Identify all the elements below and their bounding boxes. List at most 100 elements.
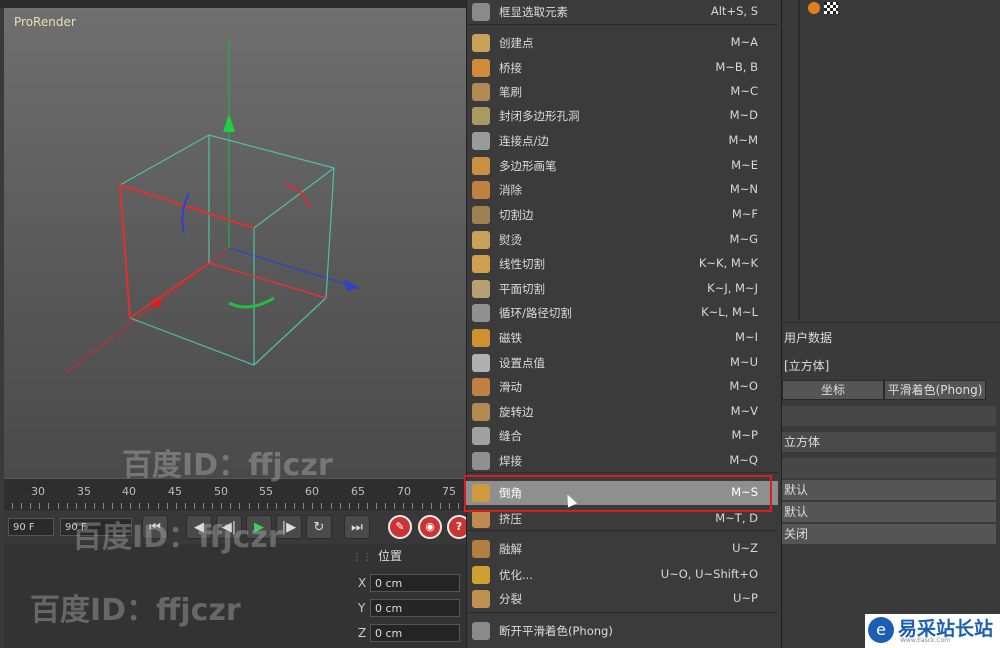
menu-item-shortcut: U~Z (732, 541, 758, 555)
menu-item-shortcut: M~G (729, 232, 758, 246)
create-point-icon (472, 34, 490, 52)
menu-item-label: 磁铁 (499, 331, 522, 345)
next-key-button[interactable]: ↻ (306, 515, 332, 539)
menu-item-label: 多边形画笔 (499, 159, 557, 173)
menu-item-label: 桥接 (499, 61, 522, 75)
menu-item-label: 断开平滑着色(Phong) (499, 624, 613, 638)
timeline-tick: 35 (77, 485, 91, 498)
menu-item-plane-cut[interactable]: 平面切割 K~J, M~J (466, 277, 778, 301)
y-position-input[interactable]: 0 cm (370, 599, 460, 617)
menu-item-create-point[interactable]: 创建点 M~A (466, 31, 778, 55)
optimize-icon (472, 566, 490, 584)
site-logo-icon: e (868, 617, 894, 643)
menu-item-set-point-value[interactable]: 设置点值 M~U (466, 351, 778, 375)
panel-divider (798, 0, 800, 320)
timeline-tick: 45 (168, 485, 182, 498)
menu-item-label: 循环/路径切割 (499, 306, 572, 320)
key-icon: ✎ (395, 520, 405, 533)
menu-item-line-cut[interactable]: 线性切割 K~K, M~K (466, 252, 778, 276)
menu-item-spin-edge[interactable]: 旋转边 M~V (466, 400, 778, 424)
menu-item-shortcut: M~C (730, 84, 758, 98)
menu-item-shortcut: M~B, B (715, 60, 758, 74)
x-position-input[interactable]: 0 cm (370, 574, 460, 592)
edge-cut-icon (472, 206, 490, 224)
x-axis-arrow (344, 279, 359, 291)
watermark: 百度ID：ffjczr (72, 520, 283, 555)
menu-item-shortcut: Alt+S, S (710, 4, 758, 18)
menu-item-shortcut: M~A (730, 35, 758, 49)
step-forward-icon: |▶ (281, 520, 297, 535)
menu-item-shortcut: M~P (731, 428, 759, 442)
menu-item-polygon-pen[interactable]: 多边形画笔 M~E (466, 154, 778, 178)
start-frame-field[interactable]: 90 F (8, 518, 54, 536)
line-cut-icon (472, 255, 490, 273)
object-tag-icon[interactable] (808, 2, 820, 14)
menu-item-label: 连接点/边 (499, 134, 549, 148)
menu-item-label: 滑动 (499, 380, 522, 394)
menu-item-shortcut: M~D (729, 108, 758, 122)
menu-item-brush[interactable]: 笔刷 M~C (466, 80, 778, 104)
iron-icon (472, 231, 490, 249)
menu-separator (466, 472, 778, 473)
3d-viewport[interactable] (4, 8, 466, 478)
watermark: 百度ID：ffjczr (122, 448, 333, 483)
x-label: X (358, 576, 367, 590)
phong-tab-button[interactable]: 平滑着色(Phong) (884, 380, 986, 400)
menu-item-label: 焊接 (499, 454, 522, 468)
menu-item-dissolve[interactable]: 消除 M~N (466, 178, 778, 202)
spin-edge-icon (472, 403, 490, 421)
menu-item-label: 切割边 (499, 208, 534, 222)
go-to-end-button[interactable]: ⏭ (344, 515, 370, 539)
material-tag-icon[interactable] (824, 2, 838, 14)
coordinates-header: ⋮⋮ 位置 (352, 546, 466, 566)
default-row-1[interactable]: 默认 (780, 480, 996, 500)
menu-item-iron[interactable]: 熨烫 M~G (466, 228, 778, 252)
menu-item-bridge[interactable]: 桥接 M~B, B (466, 56, 778, 80)
menu-item-shortcut: U~O, U~Shift+O (660, 567, 758, 581)
close-polygon-hole-icon (472, 107, 490, 125)
menu-item-weld[interactable]: 焊接 M~Q (466, 449, 778, 473)
menu-item-stitch[interactable]: 缝合 M~P (466, 424, 778, 448)
menu-item-shortcut: K~K, M~K (698, 256, 758, 270)
menu-item-connect-points-edges[interactable]: 连接点/边 M~M (466, 129, 778, 153)
menu-item-magnet[interactable]: 磁铁 M~I (466, 326, 778, 350)
skip-forward-icon: ⏭ (351, 520, 363, 535)
name-field[interactable]: 立方体 (780, 432, 996, 452)
menu-item-label: 笔刷 (499, 85, 522, 99)
top-strip (0, 0, 466, 8)
split-icon (472, 590, 490, 608)
timeline-tick: 55 (259, 485, 273, 498)
menu-item-shortcut: M~M (728, 133, 758, 147)
auto-key-button[interactable]: ◉ (418, 515, 442, 539)
off-row[interactable]: 关闭 (780, 524, 996, 544)
frame-selection-icon (472, 3, 490, 21)
menu-item-slide[interactable]: 滑动 M~O (466, 375, 778, 399)
menu-item-label: 框显选取元素 (499, 5, 568, 19)
highlight-annotation-box (464, 475, 772, 512)
menu-item-label: 缝合 (499, 429, 522, 443)
tab-user-data[interactable]: 用户数据 (784, 328, 1000, 348)
watermark: 百度ID：ffjczr (30, 593, 241, 628)
menu-item-shortcut: U~P (733, 591, 758, 605)
menu-item-break-phong[interactable]: 断开平滑着色(Phong) (466, 619, 778, 643)
menu-item-edge-cut[interactable]: 切割边 M~F (466, 203, 778, 227)
timeline-tick: 50 (214, 485, 228, 498)
menu-item-close-polygon-hole[interactable]: 封闭多边形孔洞 M~D (466, 104, 778, 128)
auto-key-icon: ◉ (425, 520, 435, 533)
record-keys-button[interactable]: ✎ (388, 515, 412, 539)
z-position-input[interactable]: 0 cm (370, 624, 460, 642)
magnet-icon (472, 329, 490, 347)
site-logo-subtext: Www.Easck.Com (900, 637, 951, 644)
menu-item-split[interactable]: 分裂 U~P (466, 587, 778, 611)
dissolve-icon (472, 181, 490, 199)
menu-item-loop-path-cut[interactable]: 循环/路径切割 K~L, M~L (466, 301, 778, 325)
default-row-2[interactable]: 默认 (780, 502, 996, 522)
menu-item-optimize[interactable]: 优化... U~O, U~Shift+O (466, 563, 778, 587)
menu-item-frame-selection[interactable]: 框显选取元素 Alt+S, S (466, 0, 778, 24)
coords-tab-button[interactable]: 坐标 (782, 380, 884, 400)
menu-item-melt[interactable]: 融解 U~Z (466, 537, 778, 561)
menu-separator (466, 24, 778, 25)
timeline-tick: 40 (122, 485, 136, 498)
menu-item-shortcut: M~I (735, 330, 758, 344)
empty-row-2 (780, 458, 996, 478)
